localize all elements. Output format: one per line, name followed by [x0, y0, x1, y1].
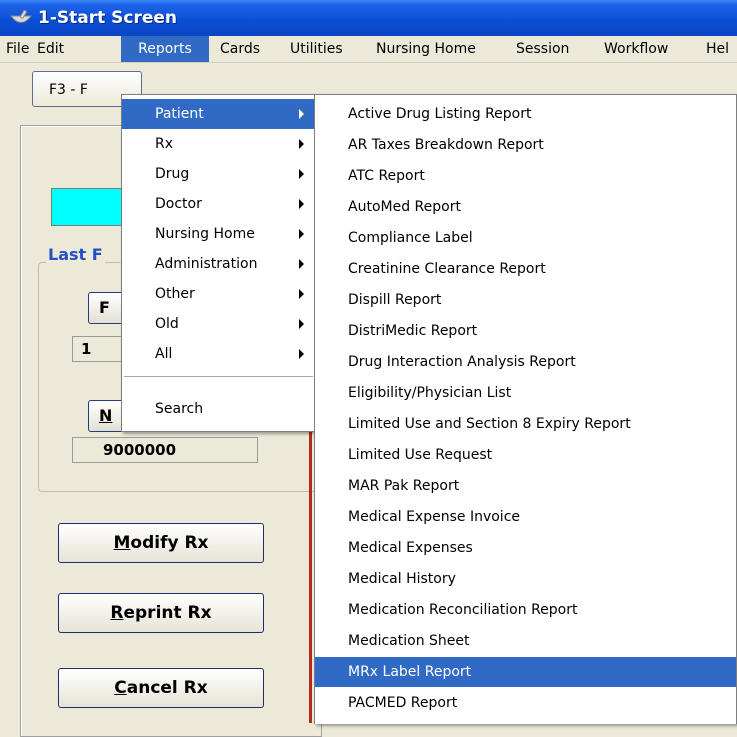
menu-edit[interactable]: Edit: [31, 36, 70, 62]
menu-nursing-home[interactable]: Nursing Home: [370, 36, 482, 62]
menu-help[interactable]: Hel: [700, 36, 735, 62]
menu-separator: [124, 376, 313, 378]
reports-item-all[interactable]: All: [122, 339, 315, 369]
reports-item-administration[interactable]: Administration: [122, 249, 315, 279]
submenu-item-label: Compliance Label: [348, 230, 473, 246]
submenu-item-selected[interactable]: MRx Label Report: [315, 657, 736, 687]
reports-item-label: Old: [155, 316, 179, 332]
submenu-item-label: Drug Interaction Analysis Report: [348, 354, 576, 370]
menu-utilities[interactable]: Utilities: [284, 36, 349, 62]
reports-item-old[interactable]: Old: [122, 309, 315, 339]
submenu-item[interactable]: Limited Use and Section 8 Expiry Report: [315, 409, 736, 439]
submenu-item-label: AutoMed Report: [348, 199, 461, 215]
submenu-item[interactable]: ATC Report: [315, 161, 736, 191]
submenu-item-label: Creatinine Clearance Report: [348, 261, 546, 277]
submenu-item-label: Medication Reconciliation Report: [348, 602, 578, 618]
submenu-item-label: MAR Pak Report: [348, 478, 460, 494]
submenu-item[interactable]: Medication Reconciliation Report: [315, 595, 736, 625]
submenu-arrow-icon: [299, 139, 304, 149]
reports-item-drug[interactable]: Drug: [122, 159, 315, 189]
reports-item-doctor[interactable]: Doctor: [122, 189, 315, 219]
submenu-item[interactable]: Dispill Report: [315, 285, 736, 315]
submenu-item[interactable]: Eligibility/Physician List: [315, 378, 736, 408]
submenu-item[interactable]: Compliance Label: [315, 223, 736, 253]
submenu-item-label: PACMED Report: [348, 695, 458, 711]
reports-item-search[interactable]: Search: [122, 394, 315, 424]
submenu-item-label: MRx Label Report: [348, 664, 472, 680]
reports-item-other[interactable]: Other: [122, 279, 315, 309]
submenu-item[interactable]: Medical Expense Invoice: [315, 502, 736, 532]
menu-cards[interactable]: Cards: [214, 36, 266, 62]
submenu-item[interactable]: Medical History: [315, 564, 736, 594]
reports-menu: Patient Rx Drug Doctor Nursing Home Admi…: [121, 94, 316, 432]
reports-item-label: Patient: [155, 106, 204, 122]
submenu-item-label: Medical Expenses: [348, 540, 473, 556]
title-bar[interactable]: 1-Start Screen: [0, 0, 737, 36]
reprint-rx-label: eprint Rx: [123, 603, 212, 623]
submenu-item-label: Medical Expense Invoice: [348, 509, 520, 525]
modify-rx-button[interactable]: Modify Rx: [58, 523, 264, 563]
reports-item-patient[interactable]: Patient: [122, 99, 315, 129]
menu-workflow[interactable]: Workflow: [598, 36, 674, 62]
menu-session[interactable]: Session: [510, 36, 575, 62]
submenu-item[interactable]: Active Drug Listing Report: [315, 99, 736, 129]
reports-item-label: Other: [155, 286, 195, 302]
cancel-rx-button[interactable]: Cancel Rx: [58, 668, 264, 708]
submenu-item-label: AR Taxes Breakdown Report: [348, 137, 544, 153]
reports-item-rx[interactable]: Rx: [122, 129, 315, 159]
submenu-arrow-icon: [299, 289, 304, 299]
submenu-item[interactable]: MAR Pak Report: [315, 471, 736, 501]
submenu-arrow-icon: [299, 319, 304, 329]
submenu-item[interactable]: Limited Use Request: [315, 440, 736, 470]
submenu-item-label: ATC Report: [348, 168, 425, 184]
submenu-item-label: Dispill Report: [348, 292, 442, 308]
submenu-arrow-icon: [299, 349, 304, 359]
last-rx-group-label: Last F: [46, 245, 105, 264]
reports-item-label: Drug: [155, 166, 190, 182]
submenu-arrow-icon: [299, 259, 304, 269]
submenu-item[interactable]: DistriMedic Report: [315, 316, 736, 346]
menu-reports[interactable]: Reports: [121, 36, 209, 62]
submenu-item[interactable]: Drug Interaction Analysis Report: [315, 347, 736, 377]
submenu-item-label: Medical History: [348, 571, 456, 587]
cancel-rx-label: ancel Rx: [126, 678, 208, 698]
submenu-arrow-icon: [299, 229, 304, 239]
mortar-pestle-icon: [10, 9, 32, 23]
reports-item-label: Nursing Home: [155, 226, 255, 242]
menu-bar: File Edit Reports Cards Utilities Nursin…: [0, 36, 737, 63]
reports-item-label: Doctor: [155, 196, 202, 212]
reports-item-label: Search: [155, 401, 204, 417]
rx-number-field: 9000000: [72, 437, 258, 463]
submenu-item[interactable]: Creatinine Clearance Report: [315, 254, 736, 284]
reprint-rx-hotkey: R: [110, 603, 124, 623]
submenu-arrow-icon: [299, 109, 304, 119]
submenu-item[interactable]: AutoMed Report: [315, 192, 736, 222]
reports-item-label: All: [155, 346, 173, 362]
submenu-item-label: Eligibility/Physician List: [348, 385, 512, 401]
submenu-item[interactable]: AR Taxes Breakdown Report: [315, 130, 736, 160]
submenu-arrow-icon: [299, 169, 304, 179]
reports-item-nursing-home[interactable]: Nursing Home: [122, 219, 315, 249]
submenu-item-label: DistriMedic Report: [348, 323, 478, 339]
submenu-item-label: Limited Use and Section 8 Expiry Report: [348, 416, 631, 432]
submenu-item-label: Limited Use Request: [348, 447, 493, 463]
submenu-arrow-icon: [299, 199, 304, 209]
cancel-rx-hotkey: C: [114, 678, 127, 698]
modify-rx-label: odify Rx: [130, 533, 209, 553]
window-title: 1-Start Screen: [38, 8, 178, 28]
patient-submenu: Active Drug Listing Report AR Taxes Brea…: [314, 94, 737, 724]
modify-rx-hotkey: M: [113, 533, 131, 553]
reports-item-label: Administration: [155, 256, 258, 272]
submenu-item[interactable]: Medication Sheet: [315, 626, 736, 656]
reprint-rx-button[interactable]: Reprint Rx: [58, 593, 264, 633]
submenu-item-label: Active Drug Listing Report: [348, 106, 532, 122]
submenu-item-label: Medication Sheet: [348, 633, 470, 649]
reports-item-label: Rx: [155, 136, 174, 152]
submenu-item[interactable]: PACMED Report: [315, 688, 736, 718]
submenu-item[interactable]: Medical Expenses: [315, 533, 736, 563]
